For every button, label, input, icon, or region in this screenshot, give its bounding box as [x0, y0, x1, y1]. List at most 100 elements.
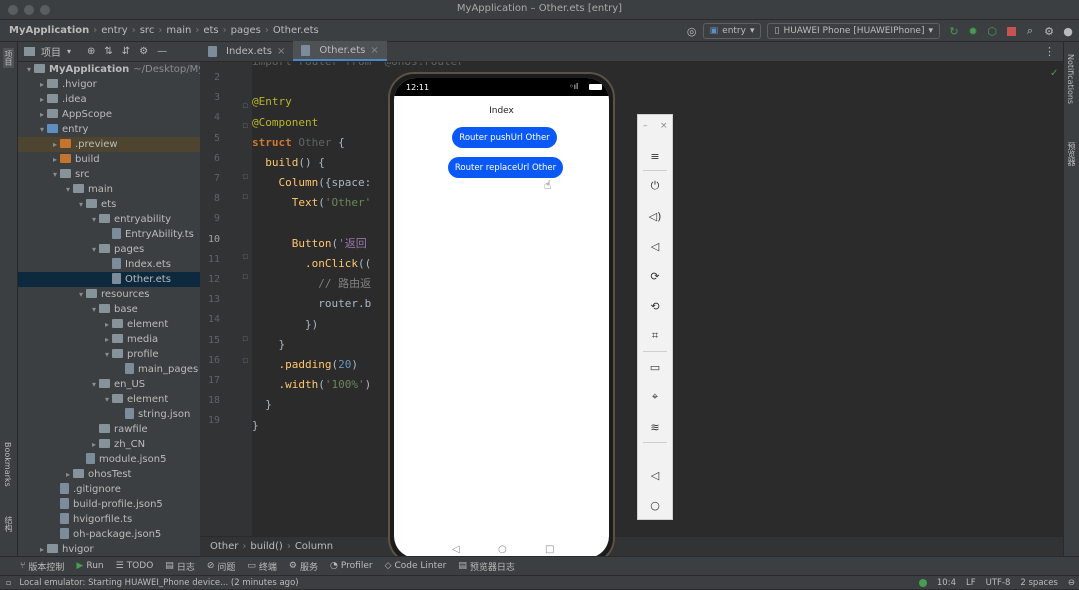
- code-line[interactable]: struct Other {: [252, 133, 345, 153]
- tree-item[interactable]: EntryAbility.ts: [18, 227, 200, 242]
- router-pushurl-button[interactable]: Router pushUrl Other: [452, 127, 557, 148]
- tab-other[interactable]: Other.ets ×: [293, 41, 387, 61]
- target-icon[interactable]: ◎: [684, 23, 700, 39]
- code-line[interactable]: .onClick((: [252, 254, 371, 274]
- volume-mute-icon[interactable]: ◁: [638, 237, 672, 255]
- rotate-right-icon[interactable]: ⟳: [638, 267, 672, 285]
- code-line[interactable]: }: [252, 416, 259, 436]
- chevron-right-icon[interactable]: ▸: [63, 467, 73, 482]
- menu-icon[interactable]: ≡: [638, 147, 672, 165]
- tree-item[interactable]: string.json: [18, 407, 200, 422]
- rotate-left-icon[interactable]: ⟲: [638, 297, 672, 315]
- project-tool-button[interactable]: 项目: [3, 48, 14, 68]
- more-icon[interactable]: ⋮: [1044, 45, 1055, 58]
- fold-icon[interactable]: ▫: [242, 121, 248, 131]
- tree-item[interactable]: Index.ets: [18, 257, 200, 272]
- settings-icon[interactable]: ⚙: [1041, 23, 1057, 39]
- tool-window-code-linter[interactable]: ◇ Code Linter: [385, 561, 447, 571]
- close-icon[interactable]: ×: [370, 45, 378, 56]
- tool-window-todo[interactable]: ☰ TODO: [116, 561, 154, 571]
- bookmarks-tool-button[interactable]: Bookmarks: [3, 442, 12, 487]
- editor-breadcrumb-item[interactable]: Other: [207, 541, 241, 552]
- chevron-down-icon[interactable]: ▾: [89, 302, 99, 317]
- device-dropdown[interactable]: ▯ HUAWEI Phone [HUAWEIPhone] ▾: [767, 23, 940, 39]
- fold-icon[interactable]: ▫: [242, 192, 248, 202]
- back-icon[interactable]: ◁: [638, 466, 672, 484]
- tool-window-profiler[interactable]: ◔ Profiler: [330, 561, 373, 571]
- tree-item[interactable]: ▾ base: [18, 302, 200, 317]
- collapse-all-icon[interactable]: ⇵: [122, 46, 130, 57]
- tree-item[interactable]: ▸ zh_CN: [18, 437, 200, 452]
- gear-icon[interactable]: ⚙: [139, 46, 148, 57]
- project-panel-title[interactable]: 项目: [41, 44, 61, 59]
- tab-index[interactable]: Index.ets ×: [200, 41, 293, 61]
- editor-breadcrumb-item[interactable]: Column: [292, 541, 336, 552]
- rerun-icon[interactable]: ↻: [946, 23, 962, 39]
- tree-item[interactable]: module.json5: [18, 452, 200, 467]
- expand-all-icon[interactable]: ⇅: [104, 46, 112, 57]
- layout-icon[interactable]: ▫: [6, 578, 11, 587]
- volume-down-icon[interactable]: ◁): [638, 207, 672, 225]
- debug-icon[interactable]: ✹: [965, 23, 981, 39]
- chevron-down-icon[interactable]: ▾: [102, 392, 112, 407]
- tree-item[interactable]: ▸ ohosTest: [18, 467, 200, 482]
- fold-icon[interactable]: ▫: [242, 252, 248, 262]
- chevron-down-icon[interactable]: ▾: [89, 242, 99, 257]
- chevron-down-icon[interactable]: ▾: [67, 47, 71, 56]
- breadcrumb-item[interactable]: MyApplication: [6, 25, 92, 36]
- status-message[interactable]: Local emulator: Starting HUAWEI_Phone de…: [19, 578, 298, 588]
- tree-item[interactable]: ▾ main: [18, 182, 200, 197]
- chevron-right-icon[interactable]: ▸: [50, 152, 60, 167]
- breadcrumb-item[interactable]: entry: [98, 25, 130, 36]
- tool-window-version-control[interactable]: ⑂ 版本控制: [20, 560, 64, 573]
- breadcrumb-item[interactable]: Other.ets: [270, 25, 322, 36]
- router-replaceurl-button[interactable]: Router replaceUrl Other: [448, 157, 563, 178]
- chevron-down-icon[interactable]: ▾: [63, 182, 73, 197]
- code-line[interactable]: import router from '@ohos.router': [252, 62, 471, 72]
- code-line[interactable]: }: [252, 335, 285, 355]
- tree-item[interactable]: ▾ profile: [18, 347, 200, 362]
- fold-icon[interactable]: ▫: [242, 334, 248, 344]
- code-line[interactable]: }): [252, 315, 318, 335]
- minimize-icon[interactable]: –: [643, 121, 648, 131]
- hide-icon[interactable]: —: [157, 46, 167, 57]
- tool-window-problems[interactable]: ⊘ 问题: [207, 560, 236, 573]
- fold-icon[interactable]: ▫: [242, 272, 248, 282]
- attach-debugger-icon[interactable]: ⬡: [984, 23, 1000, 39]
- code-line[interactable]: .padding(20): [252, 355, 358, 375]
- lock-icon[interactable]: ⊖: [1068, 578, 1075, 588]
- avatar-icon[interactable]: ●: [1060, 23, 1076, 39]
- chevron-right-icon[interactable]: ▸: [50, 137, 60, 152]
- indent-setting[interactable]: 2 spaces: [1020, 578, 1057, 588]
- tree-item[interactable]: ▾ resources: [18, 287, 200, 302]
- file-encoding[interactable]: UTF-8: [986, 578, 1011, 588]
- tree-item[interactable]: ▾ entry: [18, 122, 200, 137]
- chevron-right-icon[interactable]: ▸: [37, 92, 47, 107]
- tree-item[interactable]: hvigorfile.ts: [18, 512, 200, 527]
- code-line[interactable]: Button('返回: [252, 234, 367, 254]
- code-line[interactable]: Text('Other': [252, 193, 371, 213]
- chevron-down-icon[interactable]: ▾: [89, 377, 99, 392]
- nav-back-icon[interactable]: ◁: [452, 544, 460, 555]
- chevron-down-icon[interactable]: ▾: [102, 347, 112, 362]
- tree-item[interactable]: build-profile.json5: [18, 497, 200, 512]
- breadcrumb-item[interactable]: src: [137, 25, 158, 36]
- code-line[interactable]: }: [252, 395, 272, 415]
- tree-item[interactable]: ▾ entryability: [18, 212, 200, 227]
- tree-item[interactable]: ▸ media: [18, 332, 200, 347]
- tool-window-terminal[interactable]: ▭ 终端: [247, 560, 277, 573]
- code-line[interactable]: Column({space:: [252, 173, 371, 193]
- tool-window-run[interactable]: ▶ Run: [76, 561, 103, 571]
- chevron-right-icon[interactable]: ▸: [37, 107, 47, 122]
- breadcrumb-item[interactable]: main: [163, 25, 194, 36]
- tree-item[interactable]: main_pages: [18, 362, 200, 377]
- battery-icon[interactable]: ▭: [638, 358, 672, 376]
- breadcrumb-item[interactable]: pages: [228, 25, 264, 36]
- search-icon[interactable]: ⌕: [1022, 23, 1038, 39]
- run-config-dropdown[interactable]: ▣ entry ▾: [702, 23, 762, 39]
- chevron-right-icon[interactable]: ▸: [102, 317, 112, 332]
- tree-item[interactable]: ▾ pages: [18, 242, 200, 257]
- chevron-right-icon[interactable]: ▸: [37, 542, 47, 557]
- code-line[interactable]: .width('100%'): [252, 375, 371, 395]
- crop-icon[interactable]: ⌗: [638, 327, 672, 345]
